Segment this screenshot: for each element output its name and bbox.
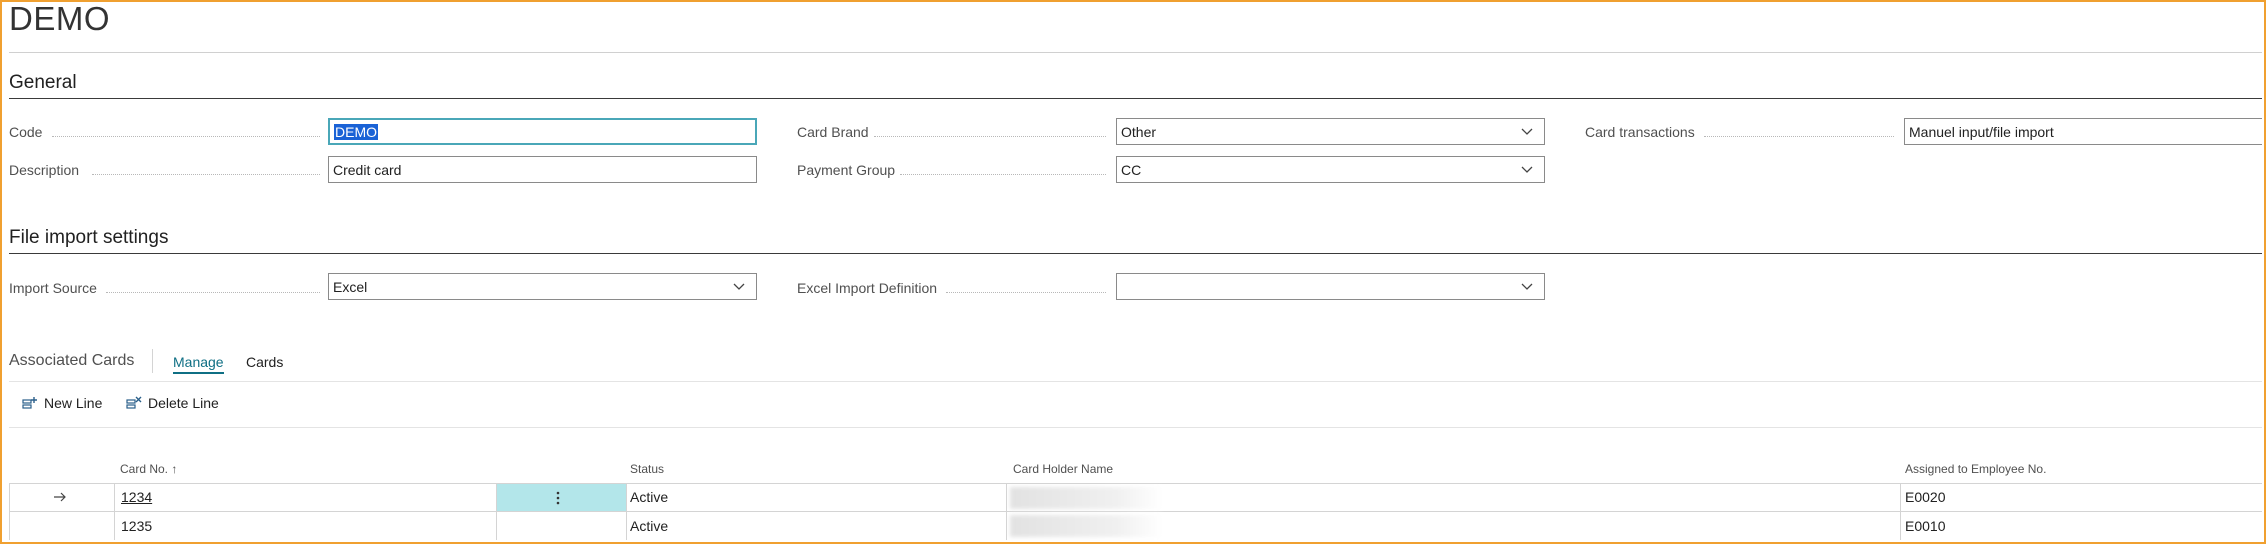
code-leader-dots (52, 136, 320, 137)
column-header-card-holder-name[interactable]: Card Holder Name (1013, 462, 1113, 476)
column-header-employee-no[interactable]: Assigned to Employee No. (1905, 462, 2046, 476)
row-actions-cell[interactable] (497, 484, 626, 511)
delete-line-button[interactable]: Delete Line (126, 395, 219, 411)
file-import-section-divider (9, 253, 2262, 254)
import-source-value: Excel (333, 278, 368, 295)
arrow-right-icon (54, 492, 66, 502)
actions-divider (9, 427, 2262, 428)
description-leader-dots (92, 174, 320, 175)
card-brand-label: Card Brand (797, 124, 869, 140)
payment-group-select[interactable]: CC (1116, 156, 1545, 183)
payment-group-value: CC (1121, 161, 1142, 178)
new-line-button[interactable]: New Line (22, 395, 102, 411)
chevron-down-icon[interactable] (732, 279, 746, 293)
card-holder-name-redacted (1010, 515, 1162, 537)
employee-cell[interactable]: E0010 (1905, 513, 1945, 539)
column-header-card-no[interactable]: Card No. ↑ (120, 462, 177, 476)
new-line-icon (22, 397, 37, 409)
excel-import-definition-leader-dots (946, 292, 1106, 293)
heading-tab-separator (152, 349, 153, 373)
column-header-status[interactable]: Status (630, 462, 664, 476)
delete-line-label: Delete Line (148, 395, 219, 411)
payment-group-label: Payment Group (797, 162, 896, 178)
excel-import-definition-label: Excel Import Definition (797, 280, 938, 296)
title-divider (9, 52, 2262, 53)
card-holder-name-redacted (1010, 487, 1162, 509)
import-source-leader-dots (106, 292, 320, 293)
card-brand-select[interactable]: Other (1116, 118, 1545, 145)
card-no-link[interactable]: 1234 (121, 489, 152, 505)
excel-import-definition-select[interactable] (1116, 273, 1545, 300)
card-transactions-leader-dots (1704, 136, 1894, 137)
import-source-select[interactable]: Excel (328, 273, 757, 300)
description-label: Description (9, 162, 80, 178)
card-transactions-input[interactable]: Manuel input/file import (1904, 118, 2262, 145)
card-brand-value: Other (1121, 123, 1157, 140)
card-transactions-label: Card transactions (1585, 124, 1695, 140)
new-line-label: New Line (44, 395, 103, 411)
code-input[interactable]: DEMO (328, 118, 757, 145)
page-title: DEMO (9, 0, 110, 37)
chevron-down-icon[interactable] (1520, 124, 1534, 138)
tab-cards[interactable]: Cards (246, 354, 283, 370)
description-input-value: Credit card (333, 161, 402, 178)
tab-manage[interactable]: Manage (173, 354, 224, 374)
employee-cell[interactable]: E0020 (1905, 484, 1945, 510)
import-source-label: Import Source (9, 280, 97, 296)
status-cell[interactable]: Active (630, 513, 668, 539)
tabs-divider (9, 381, 2262, 382)
chevron-down-icon[interactable] (1520, 279, 1534, 293)
general-section-divider (9, 98, 2262, 99)
card-transactions-value: Manuel input/file import (1909, 123, 2054, 140)
general-section-heading[interactable]: General (9, 72, 77, 94)
status-cell[interactable]: Active (630, 484, 668, 510)
card-no-cell[interactable]: 1235 (121, 513, 152, 539)
file-import-section-heading[interactable]: File import settings (9, 227, 168, 249)
delete-line-icon (126, 396, 142, 409)
payment-group-leader-dots (900, 174, 1106, 175)
code-input-value: DEMO (334, 123, 378, 140)
associated-cards-heading[interactable]: Associated Cards (9, 352, 134, 370)
code-label: Code (9, 124, 43, 140)
description-input[interactable]: Credit card (328, 156, 757, 183)
card-brand-leader-dots (874, 136, 1106, 137)
card-no-cell[interactable]: 1234 (121, 484, 152, 510)
chevron-down-icon[interactable] (1520, 162, 1534, 176)
more-vertical-icon[interactable] (555, 491, 561, 505)
